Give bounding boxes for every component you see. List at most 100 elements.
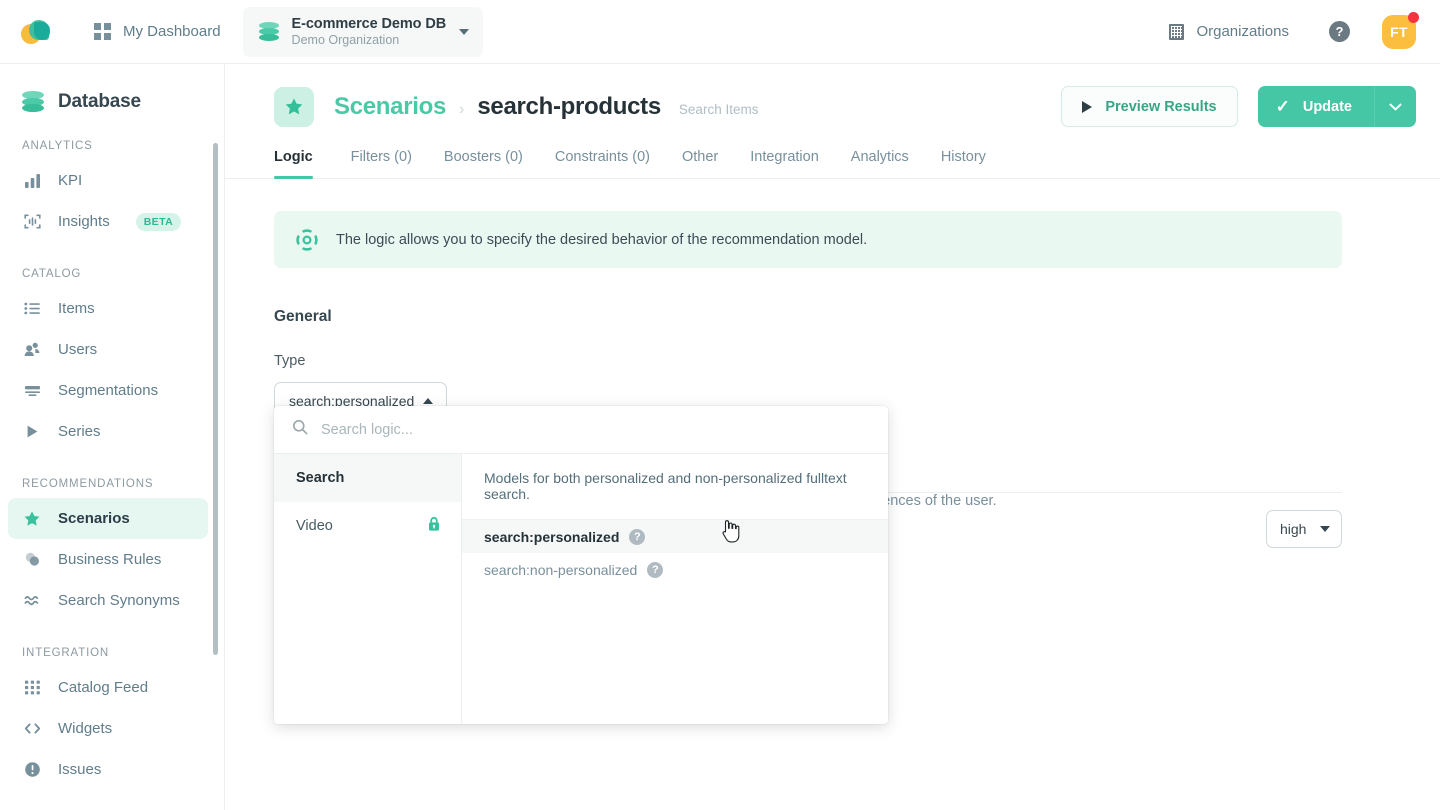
bar-chart-icon [23,172,41,190]
sidebar-item-search-synonyms[interactable]: Search Synonyms [8,580,208,621]
tab-other[interactable]: Other [666,149,734,178]
sidebar-item-issues[interactable]: Issues [8,749,208,790]
overlap-circles-icon [23,551,41,569]
my-dashboard-label: My Dashboard [123,23,221,40]
chevron-down-icon [459,28,470,35]
sidebar-item-business-rules[interactable]: Business Rules [8,539,208,580]
sidebar-item-kpi[interactable]: KPI [8,160,208,201]
breadcrumb-scenarios-link[interactable]: Scenarios [334,93,446,121]
dropdown-category-list: Search Video [274,454,462,724]
tab-bar: Logic Filters (0) Boosters (0) Constrain… [225,149,1440,179]
sidebar-item-label: Segmentations [58,382,159,399]
tab-constraints[interactable]: Constraints (0) [539,149,666,178]
dashed-circle-icon [296,228,318,251]
dropdown-option-label: search:personalized [484,528,620,545]
update-dropdown-button[interactable] [1374,86,1416,127]
preview-results-label: Preview Results [1105,98,1217,115]
sidebar-item-widgets[interactable]: Widgets [8,708,208,749]
logo-lobe-teal [34,21,50,40]
info-banner-text: The logic allows you to specify the desi… [336,231,868,248]
top-bar-right-group: Organizations ? FT [1169,11,1440,49]
dropdown-category-search[interactable]: Search [274,454,461,502]
sidebar-item-catalog-feed[interactable]: Catalog Feed [8,667,208,708]
chevron-up-icon [423,398,433,404]
sidebar-item-label: Items [58,300,95,317]
grid-icon [94,23,111,40]
lock-icon [427,516,441,536]
pulse-scan-icon [23,213,41,231]
page-header-actions: Preview Results ✓ Update [1061,86,1416,127]
play-triangle-icon [23,423,41,441]
logic-description-text: l preferences of the user. [837,493,997,509]
tab-analytics[interactable]: Analytics [835,149,925,178]
sidebar-item-segmentations[interactable]: Segmentations [8,370,208,411]
sidebar-item-label: Catalog Feed [58,679,149,696]
tab-boosters[interactable]: Boosters (0) [428,149,539,178]
sidebar-item-label: KPI [58,172,83,189]
sidebar-section-analytics: ANALYTICS [22,140,93,152]
tab-filters[interactable]: Filters (0) [335,149,428,178]
avatar[interactable]: FT [1382,11,1419,49]
sidebar-item-scenarios[interactable]: Scenarios [8,498,208,539]
sidebar-item-label: Search Synonyms [58,592,180,609]
segment-icon [23,382,41,400]
type-field-label: Type [274,353,306,369]
code-brackets-icon [23,720,41,738]
sidebar-section-catalog: CATALOG [22,268,82,280]
dropdown-category-label: Search [296,470,345,486]
sidebar-item-insights[interactable]: Insights BETA [8,201,208,242]
question-mark-icon[interactable]: ? [629,528,646,545]
update-button-group: ✓ Update [1257,86,1416,127]
database-icon [258,21,279,43]
section-title-general: General [274,308,332,325]
sidebar-item-users[interactable]: Users [8,329,208,370]
dropdown-search-input[interactable] [321,421,870,438]
my-dashboard-link[interactable]: My Dashboard [94,23,221,40]
sidebar-item-series[interactable]: Series [8,411,208,452]
beta-badge: BETA [135,212,182,231]
update-button[interactable]: ✓ Update [1257,86,1374,127]
check-icon: ✓ [1275,97,1290,116]
tab-integration[interactable]: Integration [734,149,835,178]
question-mark-icon[interactable]: ? [647,561,664,578]
help-icon[interactable]: ? [1329,21,1350,42]
dropdown-option-search-personalized[interactable]: search:personalized ? [462,520,888,553]
dropdown-body: Search Video Models for both personalize… [274,454,888,724]
sidebar-item-label: Insights [58,213,110,230]
dropdown-option-label: search:non-personalized [484,561,638,578]
exclamation-circle-icon [23,761,41,779]
dots-grid-icon [23,679,41,697]
organizations-link[interactable]: Organizations [1169,23,1289,40]
type-dropdown-panel: Search Video Models for both personalize… [274,406,888,724]
sidebar-item-label: Scenarios [58,510,130,527]
dropdown-option-search-non-personalized[interactable]: search:non-personalized ? [462,553,888,586]
database-organization: Demo Organization [291,33,400,47]
database-switcher[interactable]: E-commerce Demo DB Demo Organization [242,6,484,57]
info-banner: The logic allows you to specify the desi… [274,211,1342,268]
users-icon [23,341,41,359]
sidebar-item-items[interactable]: Items [8,288,208,329]
tab-logic[interactable]: Logic [274,149,329,179]
preview-results-button[interactable]: Preview Results [1061,86,1238,127]
sidebar-section-integration: INTEGRATION [22,647,110,659]
play-triangle-icon [1082,100,1093,113]
sidebar-item-label: Widgets [58,720,113,737]
sidebar-scrollbar[interactable] [213,143,218,655]
sidebar-item-label: Users [58,341,98,358]
recombee-logo-icon[interactable] [20,13,58,51]
sidebar-item-label: Series [58,423,101,440]
tab-history[interactable]: History [925,149,1002,178]
dropdown-category-video[interactable]: Video [274,502,461,550]
star-icon [274,86,314,127]
dropdown-category-label: Video [296,518,333,534]
page-header: Scenarios › search-products Search Items… [225,64,1440,127]
building-icon [1169,23,1185,40]
page-subtitle: Search Items [678,101,759,117]
sidebar-header: Database [0,64,224,114]
star-icon [23,510,41,528]
update-label: Update [1302,98,1352,115]
notification-dot-icon [1408,11,1419,23]
priority-select[interactable]: high [1266,510,1342,548]
approx-equal-icon [23,592,41,610]
sidebar: Database ANALYTICS KPI Insights BETA CAT… [0,64,225,810]
